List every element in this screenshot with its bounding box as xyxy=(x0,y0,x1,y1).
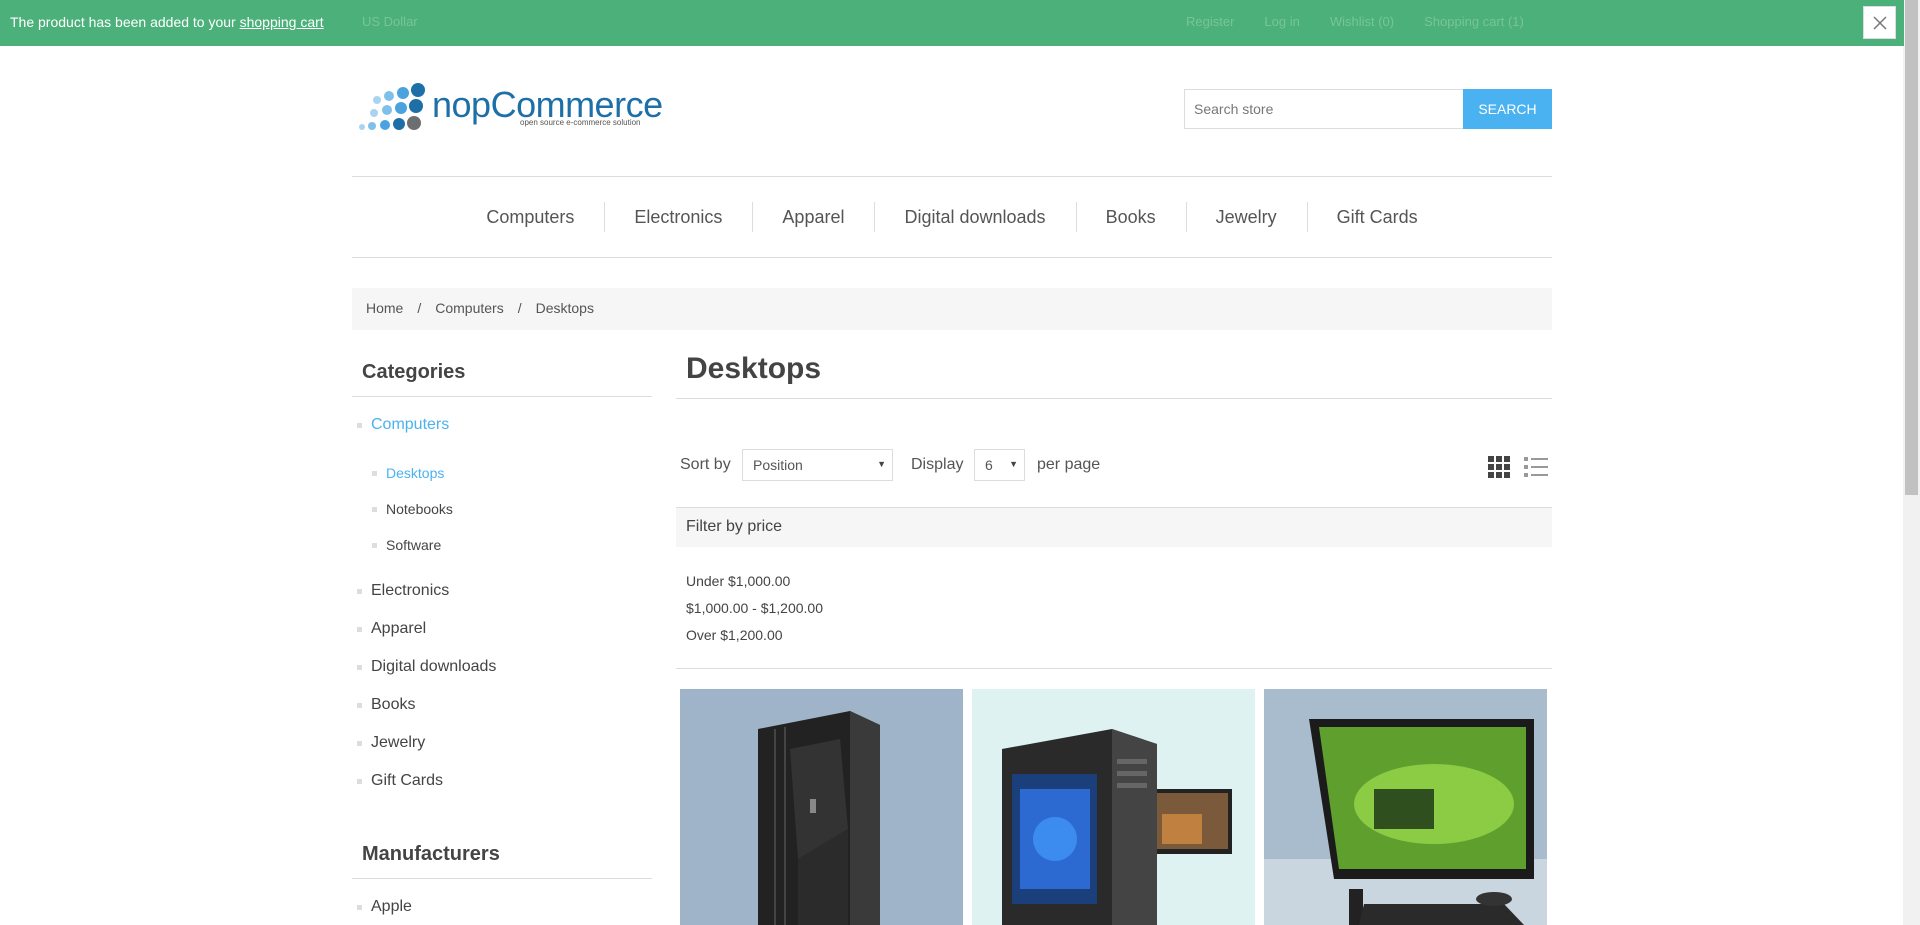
menu-item-books[interactable]: Books xyxy=(1075,202,1186,232)
price-filter-header: Filter by price xyxy=(676,507,1552,547)
page-size-value: 6 xyxy=(985,457,993,473)
sort-by-select[interactable]: Position ▼ xyxy=(742,449,893,481)
breadcrumb: Home / Computers / Desktops xyxy=(352,288,1552,330)
all-in-one-pc-image xyxy=(1264,689,1547,925)
category-desktops[interactable]: Desktops xyxy=(352,465,444,481)
gaming-pc-image xyxy=(972,689,1255,925)
server-tower-image xyxy=(680,689,963,925)
category-apparel[interactable]: Apparel xyxy=(352,620,426,638)
breadcrumb-computers[interactable]: Computers xyxy=(435,300,503,316)
list-view-button[interactable] xyxy=(1524,456,1548,483)
product-image-3[interactable] xyxy=(1264,689,1547,925)
display-label: Display xyxy=(911,456,964,473)
shopping-cart-link[interactable]: shopping cart xyxy=(240,14,324,30)
chevron-down-icon: ▼ xyxy=(877,459,886,469)
menu-item-apparel[interactable]: Apparel xyxy=(752,202,874,232)
top-menu: Computers Electronics Apparel Digital do… xyxy=(352,176,1552,258)
breadcrumb-separator: / xyxy=(517,300,522,316)
menu-item-digital-downloads[interactable]: Digital downloads xyxy=(874,202,1075,232)
divider xyxy=(676,398,1552,399)
manufacturer-apple[interactable]: Apple xyxy=(352,898,412,916)
category-notebooks[interactable]: Notebooks xyxy=(352,501,453,517)
scrollbar[interactable] xyxy=(1903,0,1920,925)
menu-item-gift-cards[interactable]: Gift Cards xyxy=(1306,202,1448,232)
notification-bar: The product has been added to your shopp… xyxy=(0,0,1904,46)
divider xyxy=(352,878,652,879)
menu-item-jewelry[interactable]: Jewelry xyxy=(1185,202,1307,232)
category-books[interactable]: Books xyxy=(352,696,415,714)
product-image-1[interactable] xyxy=(680,689,963,925)
close-icon xyxy=(1873,16,1887,30)
category-software[interactable]: Software xyxy=(352,537,441,553)
search-button[interactable]: SEARCH xyxy=(1463,89,1552,129)
grid-icon xyxy=(1488,456,1510,478)
divider xyxy=(352,396,652,397)
list-icon xyxy=(1524,457,1548,477)
notification-message: The product has been added to your xyxy=(10,14,240,30)
currency-selector[interactable]: US Dollar xyxy=(362,14,418,29)
breadcrumb-home[interactable]: Home xyxy=(366,300,403,316)
category-electronics[interactable]: Electronics xyxy=(352,582,449,600)
menu-item-computers[interactable]: Computers xyxy=(456,202,604,232)
divider xyxy=(676,668,1552,669)
page-title: Desktops xyxy=(686,352,822,385)
notification-text: The product has been added to your shopp… xyxy=(10,14,324,30)
breadcrumb-separator: / xyxy=(417,300,422,316)
logo-tagline: open source e-commerce solution xyxy=(520,118,641,127)
category-computers[interactable]: Computers xyxy=(352,416,449,434)
category-gift-cards[interactable]: Gift Cards xyxy=(352,772,443,790)
logo-dots-icon xyxy=(359,83,425,130)
sort-by-label: Sort by xyxy=(680,456,731,473)
per-page-label: per page xyxy=(1037,456,1101,473)
categories-title: Categories xyxy=(362,361,466,383)
sort-by-value: Position xyxy=(753,457,803,473)
manufacturers-title: Manufacturers xyxy=(362,843,500,865)
category-jewelry[interactable]: Jewelry xyxy=(352,734,425,752)
menu-item-electronics[interactable]: Electronics xyxy=(604,202,752,232)
close-button[interactable] xyxy=(1863,6,1896,39)
page-size-select[interactable]: 6 ▼ xyxy=(974,449,1025,481)
price-range-under-1000[interactable]: Under $1,000.00 xyxy=(686,573,790,589)
category-digital-downloads[interactable]: Digital downloads xyxy=(352,658,496,676)
logo[interactable]: nopCommerce open source e-commerce solut… xyxy=(356,82,663,134)
product-image-2[interactable] xyxy=(972,689,1255,925)
grid-view-button[interactable] xyxy=(1488,456,1510,483)
price-range-1000-1200[interactable]: $1,000.00 - $1,200.00 xyxy=(686,600,823,616)
search-input[interactable] xyxy=(1184,89,1464,129)
breadcrumb-current: Desktops xyxy=(535,300,594,316)
price-range-over-1200[interactable]: Over $1,200.00 xyxy=(686,627,783,643)
scrollbar-thumb[interactable] xyxy=(1905,0,1918,495)
chevron-down-icon: ▼ xyxy=(1009,459,1018,469)
